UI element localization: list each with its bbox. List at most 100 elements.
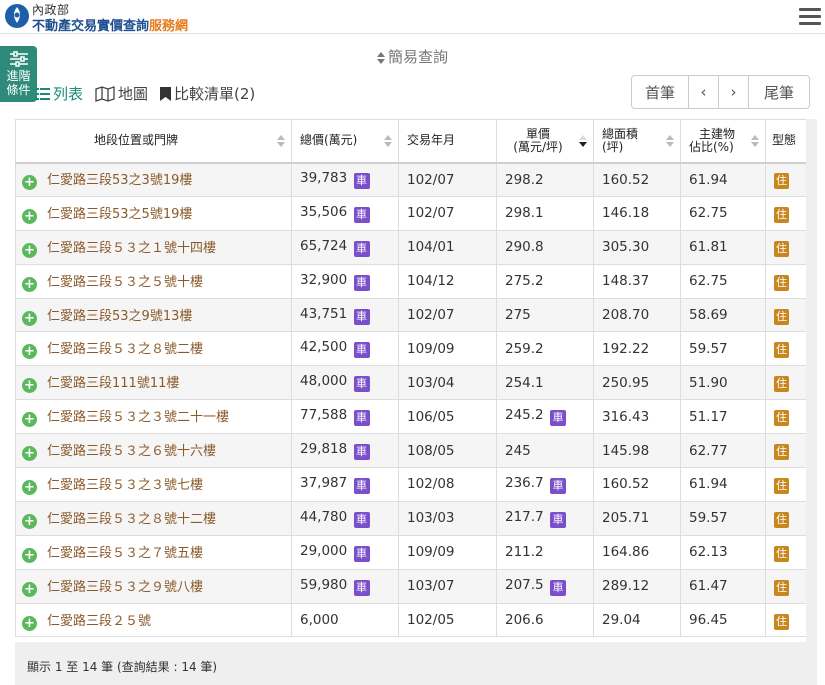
table-row[interactable]: + 仁愛路三段53之3號19樓 39,783 車 102/07 298.2 160.52 6…: [15, 162, 807, 197]
expand-plus-icon[interactable]: +: [22, 344, 37, 360]
table-row[interactable]: + 仁愛路三段５３之１號十四樓 65,724 車 104/01 290.8 305.30 6…: [15, 229, 807, 265]
tab-map[interactable]: 地圖: [95, 83, 148, 104]
col-trade-date[interactable]: 交易年月: [398, 119, 497, 164]
residential-badge[interactable]: 住: [774, 308, 789, 325]
address-link[interactable]: 仁愛路三段111號11樓: [47, 376, 179, 391]
residential-badge[interactable]: 住: [774, 613, 789, 630]
expand-plus-icon[interactable]: +: [22, 581, 37, 597]
advanced-conditions-tab[interactable]: 進階 條件: [0, 46, 37, 102]
cell-address[interactable]: + 仁愛路三段５３之９號八樓: [15, 568, 292, 604]
table-row[interactable]: + 仁愛路三段５３之３號二十一樓 77,588 車 106/05 245.2 車 316.…: [15, 399, 807, 435]
residential-badge[interactable]: 住: [774, 240, 789, 257]
residential-badge[interactable]: 住: [774, 545, 789, 562]
cell-address[interactable]: + 仁愛路三段５３之３號二十一樓: [15, 399, 292, 435]
expand-plus-icon[interactable]: +: [22, 378, 37, 394]
residential-badge[interactable]: 住: [774, 444, 789, 461]
residential-badge[interactable]: 住: [774, 376, 789, 393]
address-link[interactable]: 仁愛路三段５３之６號十六樓: [47, 444, 216, 459]
cell-address[interactable]: + 仁愛路三段５３之６號十六樓: [15, 433, 292, 469]
table-row[interactable]: + 仁愛路三段２５號 6,000 102/05 206.6 29.04 96.45 住: [15, 602, 807, 638]
parking-badge[interactable]: 車: [353, 274, 370, 291]
col-address[interactable]: 地段位置或門牌: [15, 119, 292, 164]
cell-address[interactable]: + 仁愛路三段５３之８號十二樓: [15, 500, 292, 536]
col-main-ratio[interactable]: 主建物 佔比(%): [680, 119, 766, 164]
parking-badge[interactable]: 車: [353, 206, 370, 223]
expand-plus-icon[interactable]: +: [22, 310, 37, 326]
tab-compare[interactable]: 比較清單(2): [160, 83, 255, 104]
address-link[interactable]: 仁愛路三段５３之９號八樓: [47, 580, 203, 595]
cell-address[interactable]: + 仁愛路三段２５號: [15, 602, 292, 638]
col-area[interactable]: 總面積 (坪): [593, 119, 681, 164]
address-link[interactable]: 仁愛路三段５３之５號十樓: [47, 275, 203, 290]
next-page-button[interactable]: ›: [719, 76, 749, 108]
expand-plus-icon[interactable]: +: [22, 276, 37, 292]
address-link[interactable]: 仁愛路三段53之9號13樓: [47, 309, 192, 324]
table-row[interactable]: + 仁愛路三段５３之７號五樓 29,000 車 109/09 211.2 164.86 62…: [15, 534, 807, 570]
expand-plus-icon[interactable]: +: [22, 412, 37, 428]
expand-plus-icon[interactable]: +: [22, 547, 37, 563]
address-link[interactable]: 仁愛路三段５３之８號十二樓: [47, 512, 216, 527]
table-row[interactable]: + 仁愛路三段111號11樓 48,000 車 103/04 254.1 250.95 51…: [15, 365, 807, 401]
expand-plus-icon[interactable]: +: [22, 446, 37, 462]
residential-badge[interactable]: 住: [774, 477, 789, 494]
address-link[interactable]: 仁愛路三段53之5號19樓: [47, 207, 192, 222]
cell-address[interactable]: + 仁愛路三段５３之７號五樓: [15, 534, 292, 570]
expand-plus-icon[interactable]: +: [22, 513, 37, 529]
residential-badge[interactable]: 住: [774, 206, 789, 223]
parking-badge[interactable]: 車: [353, 579, 370, 596]
parking-badge[interactable]: 車: [353, 342, 370, 359]
cell-address[interactable]: + 仁愛路三段５３之１號十四樓: [15, 229, 292, 265]
cell-address[interactable]: + 仁愛路三段53之9號13樓: [15, 297, 292, 333]
col-unit-price[interactable]: 單價 (萬元/坪): [496, 119, 594, 164]
address-link[interactable]: 仁愛路三段５３之８號二樓: [47, 342, 203, 357]
residential-badge[interactable]: 住: [774, 342, 789, 359]
expand-plus-icon[interactable]: +: [22, 175, 37, 191]
table-row[interactable]: + 仁愛路三段５３之８號二樓 42,500 車 109/09 259.2 192.22 59…: [15, 331, 807, 367]
parking-badge[interactable]: 車: [353, 545, 370, 562]
tab-list[interactable]: 列表: [36, 83, 83, 104]
parking-badge[interactable]: 車: [353, 173, 370, 190]
last-page-button[interactable]: 尾筆: [749, 76, 809, 108]
col-total-price[interactable]: 總價(萬元): [291, 119, 399, 164]
address-link[interactable]: 仁愛路三段５３之１號十四樓: [47, 241, 216, 256]
table-row[interactable]: + 仁愛路三段５３之８號十二樓 44,780 車 103/03 217.7 車 205.7…: [15, 500, 807, 536]
expand-plus-icon[interactable]: +: [22, 479, 37, 495]
table-row[interactable]: + 仁愛路三段５３之９號八樓 59,980 車 103/07 207.5 車 289.12…: [15, 568, 807, 604]
parking-badge[interactable]: 車: [549, 410, 566, 427]
residential-badge[interactable]: 住: [774, 579, 789, 596]
parking-badge[interactable]: 車: [353, 511, 370, 528]
cell-address[interactable]: + 仁愛路三段５３之５號十樓: [15, 263, 292, 299]
cell-address[interactable]: + 仁愛路三段53之3號19樓: [15, 162, 292, 197]
expand-plus-icon[interactable]: +: [22, 242, 37, 258]
ministry-logo-icon[interactable]: [4, 3, 30, 29]
parking-badge[interactable]: 車: [353, 410, 370, 427]
menu-icon[interactable]: [799, 8, 821, 26]
table-row[interactable]: + 仁愛路三段５３之３號七樓 37,987 車 102/08 236.7 車 160.52…: [15, 467, 807, 502]
parking-badge[interactable]: 車: [353, 308, 370, 325]
cell-address[interactable]: + 仁愛路三段111號11樓: [15, 365, 292, 401]
parking-badge[interactable]: 車: [353, 240, 370, 257]
residential-badge[interactable]: 住: [774, 511, 789, 528]
table-row[interactable]: + 仁愛路三段５３之６號十六樓 29,818 車 108/05 245 145.98 62.…: [15, 433, 807, 469]
parking-badge[interactable]: 車: [353, 376, 370, 393]
parking-badge[interactable]: 車: [549, 477, 566, 494]
address-link[interactable]: 仁愛路三段５３之３號七樓: [47, 478, 203, 493]
first-page-button[interactable]: 首筆: [632, 76, 689, 108]
site-title[interactable]: 不動產交易實價查詢服務網: [32, 15, 188, 34]
simple-query-toggle[interactable]: 簡易查詢: [0, 46, 825, 67]
parking-badge[interactable]: 車: [353, 444, 370, 461]
parking-badge[interactable]: 車: [549, 579, 566, 596]
residential-badge[interactable]: 住: [774, 173, 789, 190]
cell-address[interactable]: + 仁愛路三段５３之３號七樓: [15, 467, 292, 502]
parking-badge[interactable]: 車: [549, 511, 566, 528]
address-link[interactable]: 仁愛路三段２５號: [47, 614, 151, 629]
prev-page-button[interactable]: ‹: [689, 76, 719, 108]
residential-badge[interactable]: 住: [774, 274, 789, 291]
address-link[interactable]: 仁愛路三段５３之７號五樓: [47, 546, 203, 561]
parking-badge[interactable]: 車: [353, 477, 370, 494]
table-row[interactable]: + 仁愛路三段５３之５號十樓 32,900 車 104/12 275.2 148.37 62…: [15, 263, 807, 299]
expand-plus-icon[interactable]: +: [22, 615, 37, 631]
cell-address[interactable]: + 仁愛路三段53之5號19樓: [15, 195, 292, 231]
table-row[interactable]: + 仁愛路三段53之9號13樓 43,751 車 102/07 275 208.70 58.…: [15, 297, 807, 333]
expand-plus-icon[interactable]: +: [22, 208, 37, 224]
